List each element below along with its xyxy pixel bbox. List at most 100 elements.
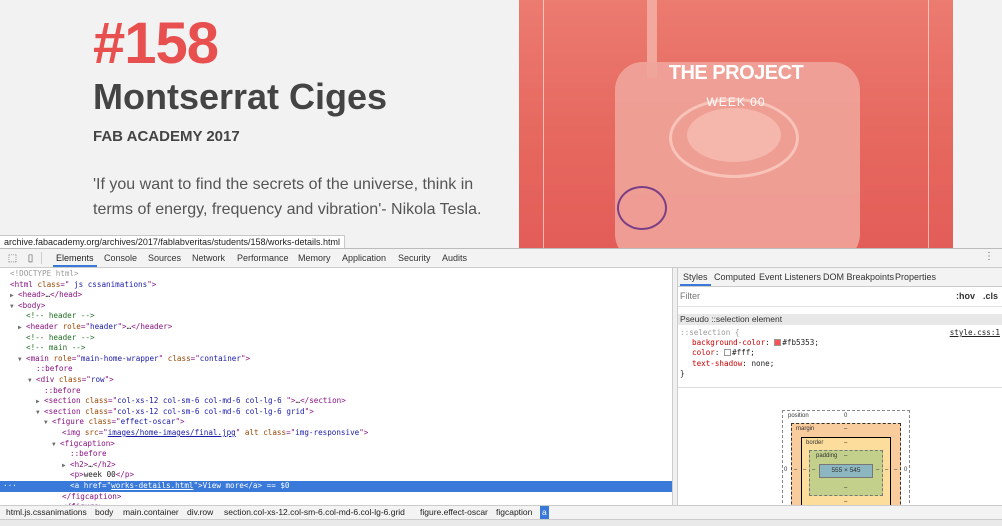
tab-console[interactable]: Console: [101, 249, 140, 267]
position-label: position: [788, 413, 809, 419]
tab-audits[interactable]: Audits: [439, 249, 470, 267]
dom-node[interactable]: ▼ <section class="col-xs-12 col-sm-6 col-…: [0, 407, 672, 418]
border-right-value[interactable]: –: [885, 467, 888, 473]
dom-node[interactable]: <!-- header -->: [0, 311, 672, 322]
rule-separator: [678, 387, 1002, 388]
element-breadcrumbs: html.js.cssanimations body main.containe…: [0, 505, 1002, 519]
padding-bottom-value[interactable]: –: [844, 485, 847, 491]
margin-label: margin: [796, 426, 815, 432]
dom-node[interactable]: ▶ <section class="col-xs-12 col-sm-6 col-…: [0, 396, 672, 407]
margin-right-value[interactable]: –: [894, 467, 897, 473]
tab-performance[interactable]: Performance: [234, 249, 292, 267]
color-swatch[interactable]: [774, 339, 782, 347]
property-name: background-color: [692, 338, 766, 348]
dom-node[interactable]: <p>week 00</p>: [0, 470, 672, 481]
rule-selector: ::selection {: [680, 328, 740, 337]
devtools-panel: ⬚ ▯ Elements Console Sources Network Per…: [0, 248, 1002, 526]
dom-node[interactable]: ::before: [0, 386, 672, 397]
tab-network[interactable]: Network: [189, 249, 228, 267]
dom-node[interactable]: ▼ <figcaption>: [0, 439, 672, 450]
crumb-figure[interactable]: figure.effect-oscar: [418, 506, 490, 519]
styles-filter-bar: :hov .cls: [678, 287, 1002, 307]
dom-node[interactable]: </figcaption>: [0, 492, 672, 503]
dom-node[interactable]: ▶ <h2>…</h2>: [0, 460, 672, 471]
crumb-main[interactable]: main.container: [121, 506, 181, 519]
dom-node[interactable]: <!-- main -->: [0, 343, 672, 354]
styles-pane: Styles Computed Event Listeners DOM Brea…: [678, 268, 1002, 512]
page-viewport: #158 Montserrat Ciges FAB ACADEMY 2017 '…: [0, 0, 1002, 248]
dom-node[interactable]: ▼ <body>: [0, 301, 672, 312]
tab-dom-breakpoints[interactable]: DOM Breakpoints: [820, 268, 897, 286]
tab-security[interactable]: Security: [395, 249, 434, 267]
frame-line-left: [543, 0, 544, 248]
css-property[interactable]: background-color: #fb5353;: [680, 338, 1000, 348]
rule-source-link[interactable]: style.css:1: [950, 328, 1000, 338]
device-toolbar-icon[interactable]: ▯: [25, 253, 36, 264]
css-rule[interactable]: ::selection { style.css:1 background-col…: [680, 328, 1000, 379]
crumb-a[interactable]: a: [540, 506, 549, 519]
box-model-diagram: position 0 margin – border – padding – 5…: [782, 410, 910, 512]
dom-node[interactable]: <!DOCTYPE html>: [0, 269, 672, 280]
css-property[interactable]: color: #fff;: [680, 348, 1000, 358]
tab-sources[interactable]: Sources: [145, 249, 184, 267]
crumb-section[interactable]: section.col-xs-12.col-sm-6.col-md-6.col-…: [222, 506, 407, 519]
dom-node[interactable]: <!-- header -->: [0, 333, 672, 344]
tab-properties[interactable]: Properties: [892, 268, 939, 286]
status-url-tooltip: archive.fabacademy.org/archives/2017/fab…: [0, 235, 346, 248]
tab-computed[interactable]: Computed: [711, 268, 759, 286]
margin-left-value[interactable]: –: [794, 467, 797, 473]
dom-node[interactable]: ::before: [0, 449, 672, 460]
device-plate: [687, 108, 781, 162]
border-top-value[interactable]: –: [844, 440, 847, 446]
dom-node[interactable]: ▼ <div class="row">: [0, 375, 672, 386]
frame-line-right: [928, 0, 929, 248]
tab-elements[interactable]: Elements: [53, 249, 97, 267]
tab-styles[interactable]: Styles: [680, 268, 711, 286]
property-value: #fb5353;: [782, 338, 819, 348]
tab-memory[interactable]: Memory: [295, 249, 334, 267]
devtools-tabbar: ⬚ ▯ Elements Console Sources Network Per…: [0, 249, 1002, 268]
dom-node[interactable]: ▶ <header role="header">…</header>: [0, 322, 672, 333]
box-content-size[interactable]: 555 × 545: [819, 464, 873, 478]
hero-week: WEEK 00: [706, 95, 766, 109]
hover-state-toggle[interactable]: :hov: [956, 291, 975, 301]
crumb-div-row[interactable]: div.row: [185, 506, 215, 519]
property-name: color: [692, 348, 715, 358]
border-label: border: [806, 440, 824, 446]
tab-event-listeners[interactable]: Event Listeners: [756, 268, 824, 286]
project-hero-image[interactable]: THE PROJECT WEEK 00: [519, 0, 953, 248]
dom-node[interactable]: <html class=" js cssanimations">: [0, 280, 672, 291]
pseudo-element-header: Pseudo ::selection element: [678, 314, 1002, 325]
styles-tabbar: Styles Computed Event Listeners DOM Brea…: [678, 268, 1002, 287]
tab-application[interactable]: Application: [339, 249, 389, 267]
styles-filter-input[interactable]: [680, 291, 880, 301]
crumb-body[interactable]: body: [93, 506, 115, 519]
margin-top-value[interactable]: –: [844, 426, 847, 432]
dom-node[interactable]: ▼ <main role="main-home-wrapper" class="c…: [0, 354, 672, 365]
color-swatch[interactable]: [724, 349, 732, 357]
dom-node[interactable]: ▶ <head>…</head>: [0, 290, 672, 301]
border-left-value[interactable]: –: [803, 467, 806, 473]
position-top-value[interactable]: 0: [844, 413, 847, 419]
position-right-value[interactable]: 0: [904, 467, 907, 473]
crumb-figcaption[interactable]: figcaption: [494, 506, 534, 519]
dom-node[interactable]: <img src="images/home-images/final.jpg" …: [0, 428, 672, 439]
padding-left-value[interactable]: –: [812, 467, 815, 473]
inspect-element-icon[interactable]: ⬚: [7, 253, 18, 264]
position-left-value[interactable]: 0: [784, 467, 787, 473]
padding-right-value[interactable]: –: [876, 467, 879, 473]
student-number: #158: [93, 11, 219, 76]
dom-node-selected[interactable]: ··· <a href="works-details.html">View mor…: [0, 481, 672, 492]
hero-title: THE PROJECT: [668, 62, 804, 84]
tool-separator: [41, 252, 42, 264]
padding-top-value[interactable]: –: [844, 453, 847, 459]
dom-node[interactable]: ▼ <figure class="effect-oscar">: [0, 417, 672, 428]
class-toggle[interactable]: .cls: [983, 291, 998, 301]
dom-node[interactable]: ::before: [0, 364, 672, 375]
css-property[interactable]: text-shadow: none;: [680, 359, 1000, 369]
property-value: #fff;: [732, 348, 755, 358]
tesla-quote: 'If you want to find the secrets of the …: [93, 176, 482, 218]
dom-tree[interactable]: <!DOCTYPE html> <html class=" js cssanim…: [0, 268, 672, 512]
devtools-menu-icon[interactable]: ⋮: [984, 251, 994, 262]
crumb-html[interactable]: html.js.cssanimations: [4, 506, 89, 519]
